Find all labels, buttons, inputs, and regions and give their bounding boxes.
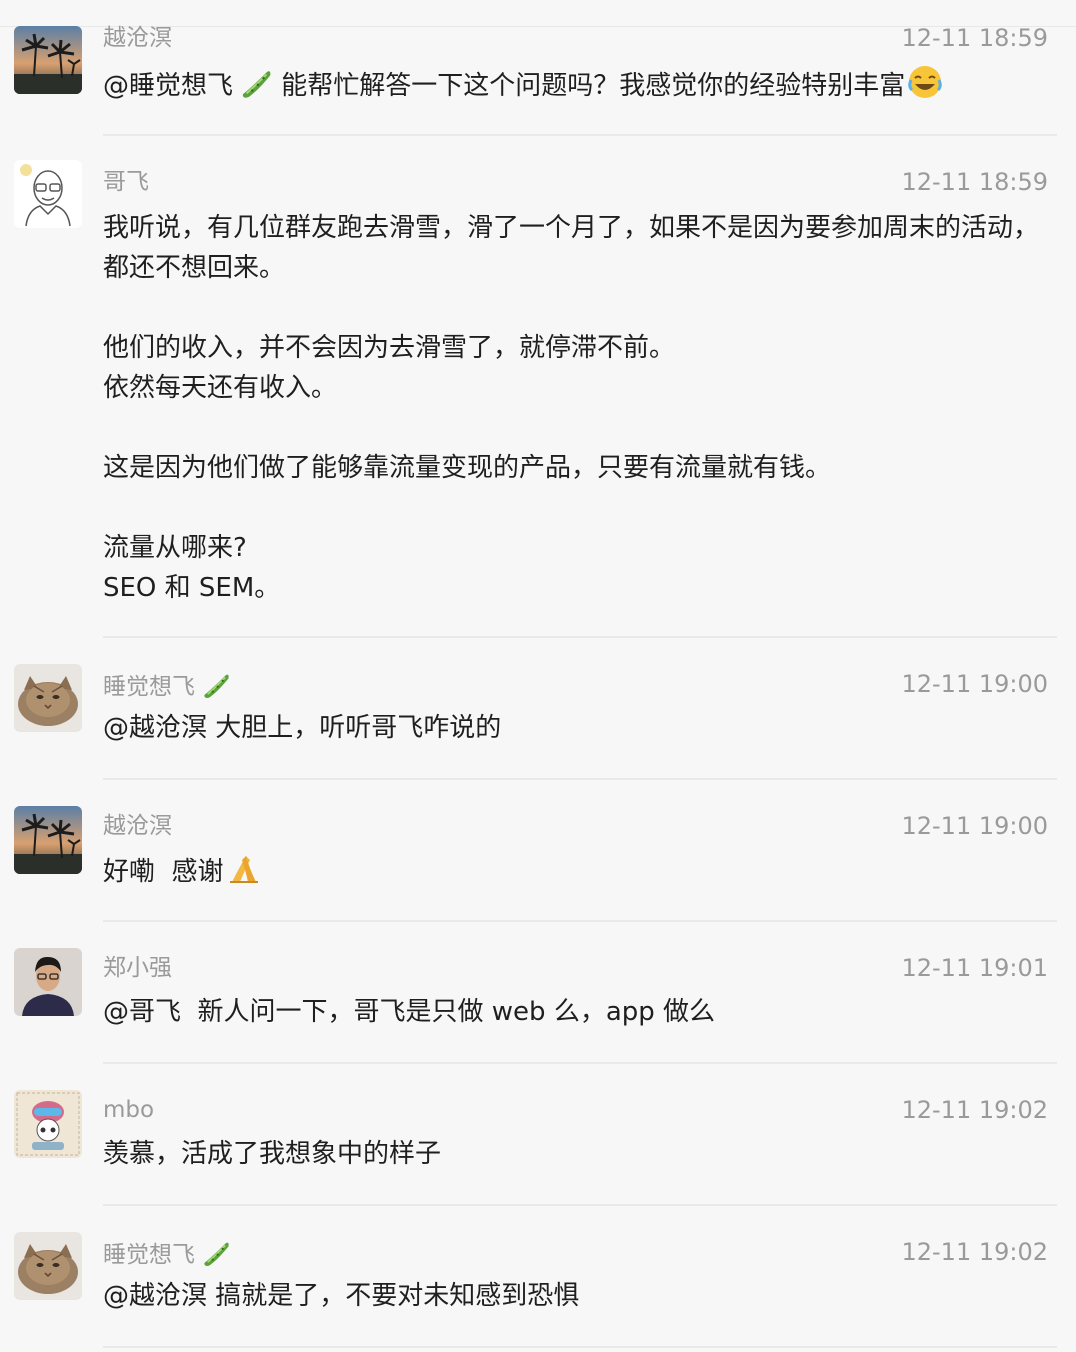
cat-avatar-icon[interactable] bbox=[14, 664, 82, 732]
message-divider bbox=[103, 134, 1057, 136]
message-time: 12-11 18:59 bbox=[901, 168, 1048, 196]
sender-name[interactable]: 睡觉想飞 bbox=[103, 1238, 231, 1269]
message-paragraph: 我听说，有几位群友跑去滑雪，滑了一个月了，如果不是因为要参加周末的活动，都还不想… bbox=[103, 213, 1040, 283]
message-time: 12-11 18:59 bbox=[901, 24, 1048, 52]
message-paragraph: 这是因为他们做了能够靠流量变现的产品，只要有流量就有钱。 bbox=[103, 453, 832, 483]
sender-name[interactable]: 郑小强 bbox=[103, 954, 172, 982]
message-body: 好嘞 感谢 bbox=[103, 850, 1058, 892]
sender-name[interactable]: mbo bbox=[103, 1096, 154, 1124]
message-text: 羡慕，活成了我想象中的样子 bbox=[103, 1139, 442, 1169]
sender-name[interactable]: 越沧溟 bbox=[103, 24, 172, 52]
message-divider bbox=[103, 778, 1057, 780]
cucumber-emoji-icon bbox=[201, 1238, 231, 1268]
bald-man-cartoon-avatar-icon[interactable] bbox=[14, 160, 82, 228]
message-time: 12-11 19:02 bbox=[901, 1096, 1048, 1124]
cucumber-emoji-icon bbox=[201, 670, 231, 700]
cat-avatar-icon[interactable] bbox=[14, 1232, 82, 1300]
message-paragraph: 流量从哪来? SEO 和 SEM。 bbox=[103, 533, 281, 603]
message-time: 12-11 19:01 bbox=[901, 954, 1048, 982]
message-time: 12-11 19:00 bbox=[901, 812, 1048, 840]
message-text: @哥飞 新人问一下，哥飞是只做 web 么，app 做么 bbox=[103, 997, 716, 1027]
message-divider bbox=[103, 920, 1057, 922]
message-text: 好嘞 感谢 bbox=[103, 857, 224, 887]
message-text: @越沧溟 大胆上，听听哥飞咋说的 bbox=[103, 713, 502, 743]
palm-beach-avatar-icon[interactable] bbox=[14, 806, 82, 874]
message-body: 我听说，有几位群友跑去滑雪，滑了一个月了，如果不是因为要参加周末的活动，都还不想… bbox=[103, 208, 1058, 608]
message-body: @越沧溟 大胆上，听听哥飞咋说的 bbox=[103, 708, 1058, 748]
palm-beach-avatar-icon[interactable] bbox=[14, 26, 82, 94]
sender-name[interactable]: 睡觉想飞 bbox=[103, 670, 231, 701]
message-body: @越沧溟 搞就是了，不要对未知感到恐惧 bbox=[103, 1276, 1058, 1316]
cartoon-stamp-avatar-icon[interactable] bbox=[14, 1090, 82, 1158]
cucumber-emoji-icon bbox=[239, 66, 273, 100]
message-text: 能帮忙解答一下这个问题吗？我感觉你的经验特别丰富 bbox=[273, 71, 906, 101]
message-body: @哥飞 新人问一下，哥飞是只做 web 么，app 做么 bbox=[103, 992, 1058, 1032]
message-body: 羡慕，活成了我想象中的样子 bbox=[103, 1134, 1058, 1174]
laughing-tears-emoji-icon bbox=[907, 64, 943, 100]
message-time: 12-11 19:00 bbox=[901, 670, 1048, 698]
message-divider bbox=[103, 1204, 1057, 1206]
message-divider bbox=[103, 1062, 1057, 1064]
sender-name[interactable]: 哥飞 bbox=[103, 168, 149, 196]
message-body: @睡觉想飞 能帮忙解答一下这个问题吗？我感觉你的经验特别丰富 bbox=[103, 64, 1058, 106]
message-time: 12-11 19:02 bbox=[901, 1238, 1048, 1266]
message-divider bbox=[103, 636, 1057, 638]
message-text: @越沧溟 搞就是了，不要对未知感到恐惧 bbox=[103, 1281, 580, 1311]
sender-name[interactable]: 越沧溟 bbox=[103, 812, 172, 840]
man-photo-avatar-icon[interactable] bbox=[14, 948, 82, 1016]
message-divider bbox=[103, 1346, 1057, 1348]
praying-hands-emoji-icon bbox=[226, 850, 262, 886]
mention-text[interactable]: @睡觉想飞 bbox=[103, 71, 233, 101]
message-paragraph: 他们的收入，并不会因为去滑雪了，就停滞不前。 依然每天还有收入。 bbox=[103, 333, 676, 403]
